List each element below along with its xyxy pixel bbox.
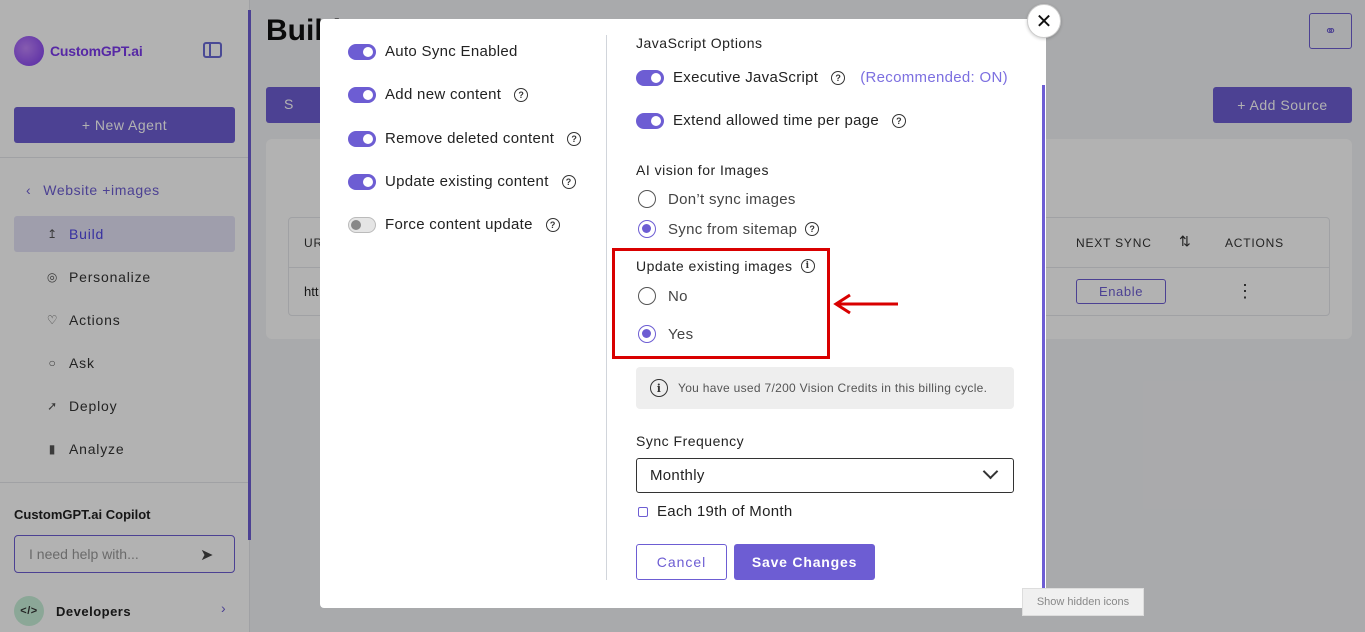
annotation-highlight-box	[612, 248, 830, 359]
ai-vision-heading: AI vision for Images	[636, 162, 769, 178]
sync-frequency-heading: Sync Frequency	[636, 433, 745, 449]
toggle-label: Remove deleted content	[385, 130, 555, 147]
toggle-auto-sync[interactable]: Auto Sync Enabled	[348, 43, 518, 60]
sync-schedule: Each 19th of Month	[638, 503, 793, 520]
toggle-switch-on[interactable]	[636, 112, 664, 129]
js-options-heading: JavaScript Options	[636, 35, 763, 51]
vision-credits-notice: i You have used 7/200 Vision Credits in …	[636, 367, 1014, 409]
sync-frequency-select[interactable]: Monthly	[636, 458, 1014, 493]
toggle-executive-javascript[interactable]: Executive JavaScript ? (Recommended: ON)	[636, 69, 1008, 86]
help-icon[interactable]: ?	[567, 131, 582, 146]
save-changes-button[interactable]: Save Changes	[734, 544, 875, 580]
modal-column-divider	[606, 35, 607, 580]
toggle-switch-on[interactable]	[636, 69, 664, 86]
radio-dont-sync-images[interactable]: Don’t sync images	[638, 190, 796, 208]
recommended-note: (Recommended: ON)	[860, 69, 1008, 86]
toggle-label: Extend allowed time per page	[673, 112, 880, 129]
radio-label: Don’t sync images	[668, 190, 796, 208]
annotation-arrow-icon	[833, 293, 898, 315]
close-modal-button[interactable]: ✕	[1027, 4, 1061, 38]
help-icon[interactable]: ?	[514, 87, 529, 102]
toggle-update-existing-content[interactable]: Update existing content ?	[348, 173, 576, 190]
modal-scrollbar[interactable]	[1042, 85, 1045, 590]
toggle-add-new-content[interactable]: Add new content ?	[348, 86, 529, 103]
help-icon[interactable]: ?	[892, 113, 907, 128]
tooltip: Show hidden icons	[1022, 588, 1144, 616]
toggle-extend-time[interactable]: Extend allowed time per page ?	[636, 112, 907, 129]
toggle-label: Force content update	[385, 216, 533, 233]
toggle-switch-off[interactable]	[348, 216, 376, 233]
toggle-remove-deleted-content[interactable]: Remove deleted content ?	[348, 130, 582, 147]
radio-button[interactable]	[638, 190, 656, 208]
toggle-label: Update existing content	[385, 173, 549, 190]
info-icon: i	[650, 379, 668, 397]
close-icon: ✕	[1035, 10, 1053, 33]
toggle-switch-on[interactable]	[348, 130, 376, 147]
toggle-force-content-update[interactable]: Force content update ?	[348, 216, 560, 233]
toggle-switch-on[interactable]	[348, 43, 376, 60]
radio-button-selected[interactable]	[638, 220, 656, 238]
toggle-label: Add new content	[385, 86, 502, 103]
help-icon[interactable]: ?	[561, 174, 576, 189]
toggle-label: Executive JavaScript	[673, 69, 819, 86]
credits-text: You have used 7/200 Vision Credits in th…	[678, 380, 988, 395]
radio-sync-from-sitemap[interactable]: Sync from sitemap ?	[638, 220, 820, 238]
help-icon[interactable]: ?	[545, 217, 560, 232]
radio-label: Sync from sitemap	[668, 220, 798, 238]
help-icon[interactable]: ?	[831, 70, 846, 85]
toggle-switch-on[interactable]	[348, 173, 376, 190]
cancel-button[interactable]: Cancel	[636, 544, 727, 580]
toggle-label: Auto Sync Enabled	[385, 43, 518, 60]
schedule-text: Each 19th of Month	[657, 503, 793, 520]
help-icon[interactable]: ?	[805, 222, 820, 236]
toggle-switch-on[interactable]	[348, 86, 376, 103]
calendar-icon	[638, 506, 648, 517]
